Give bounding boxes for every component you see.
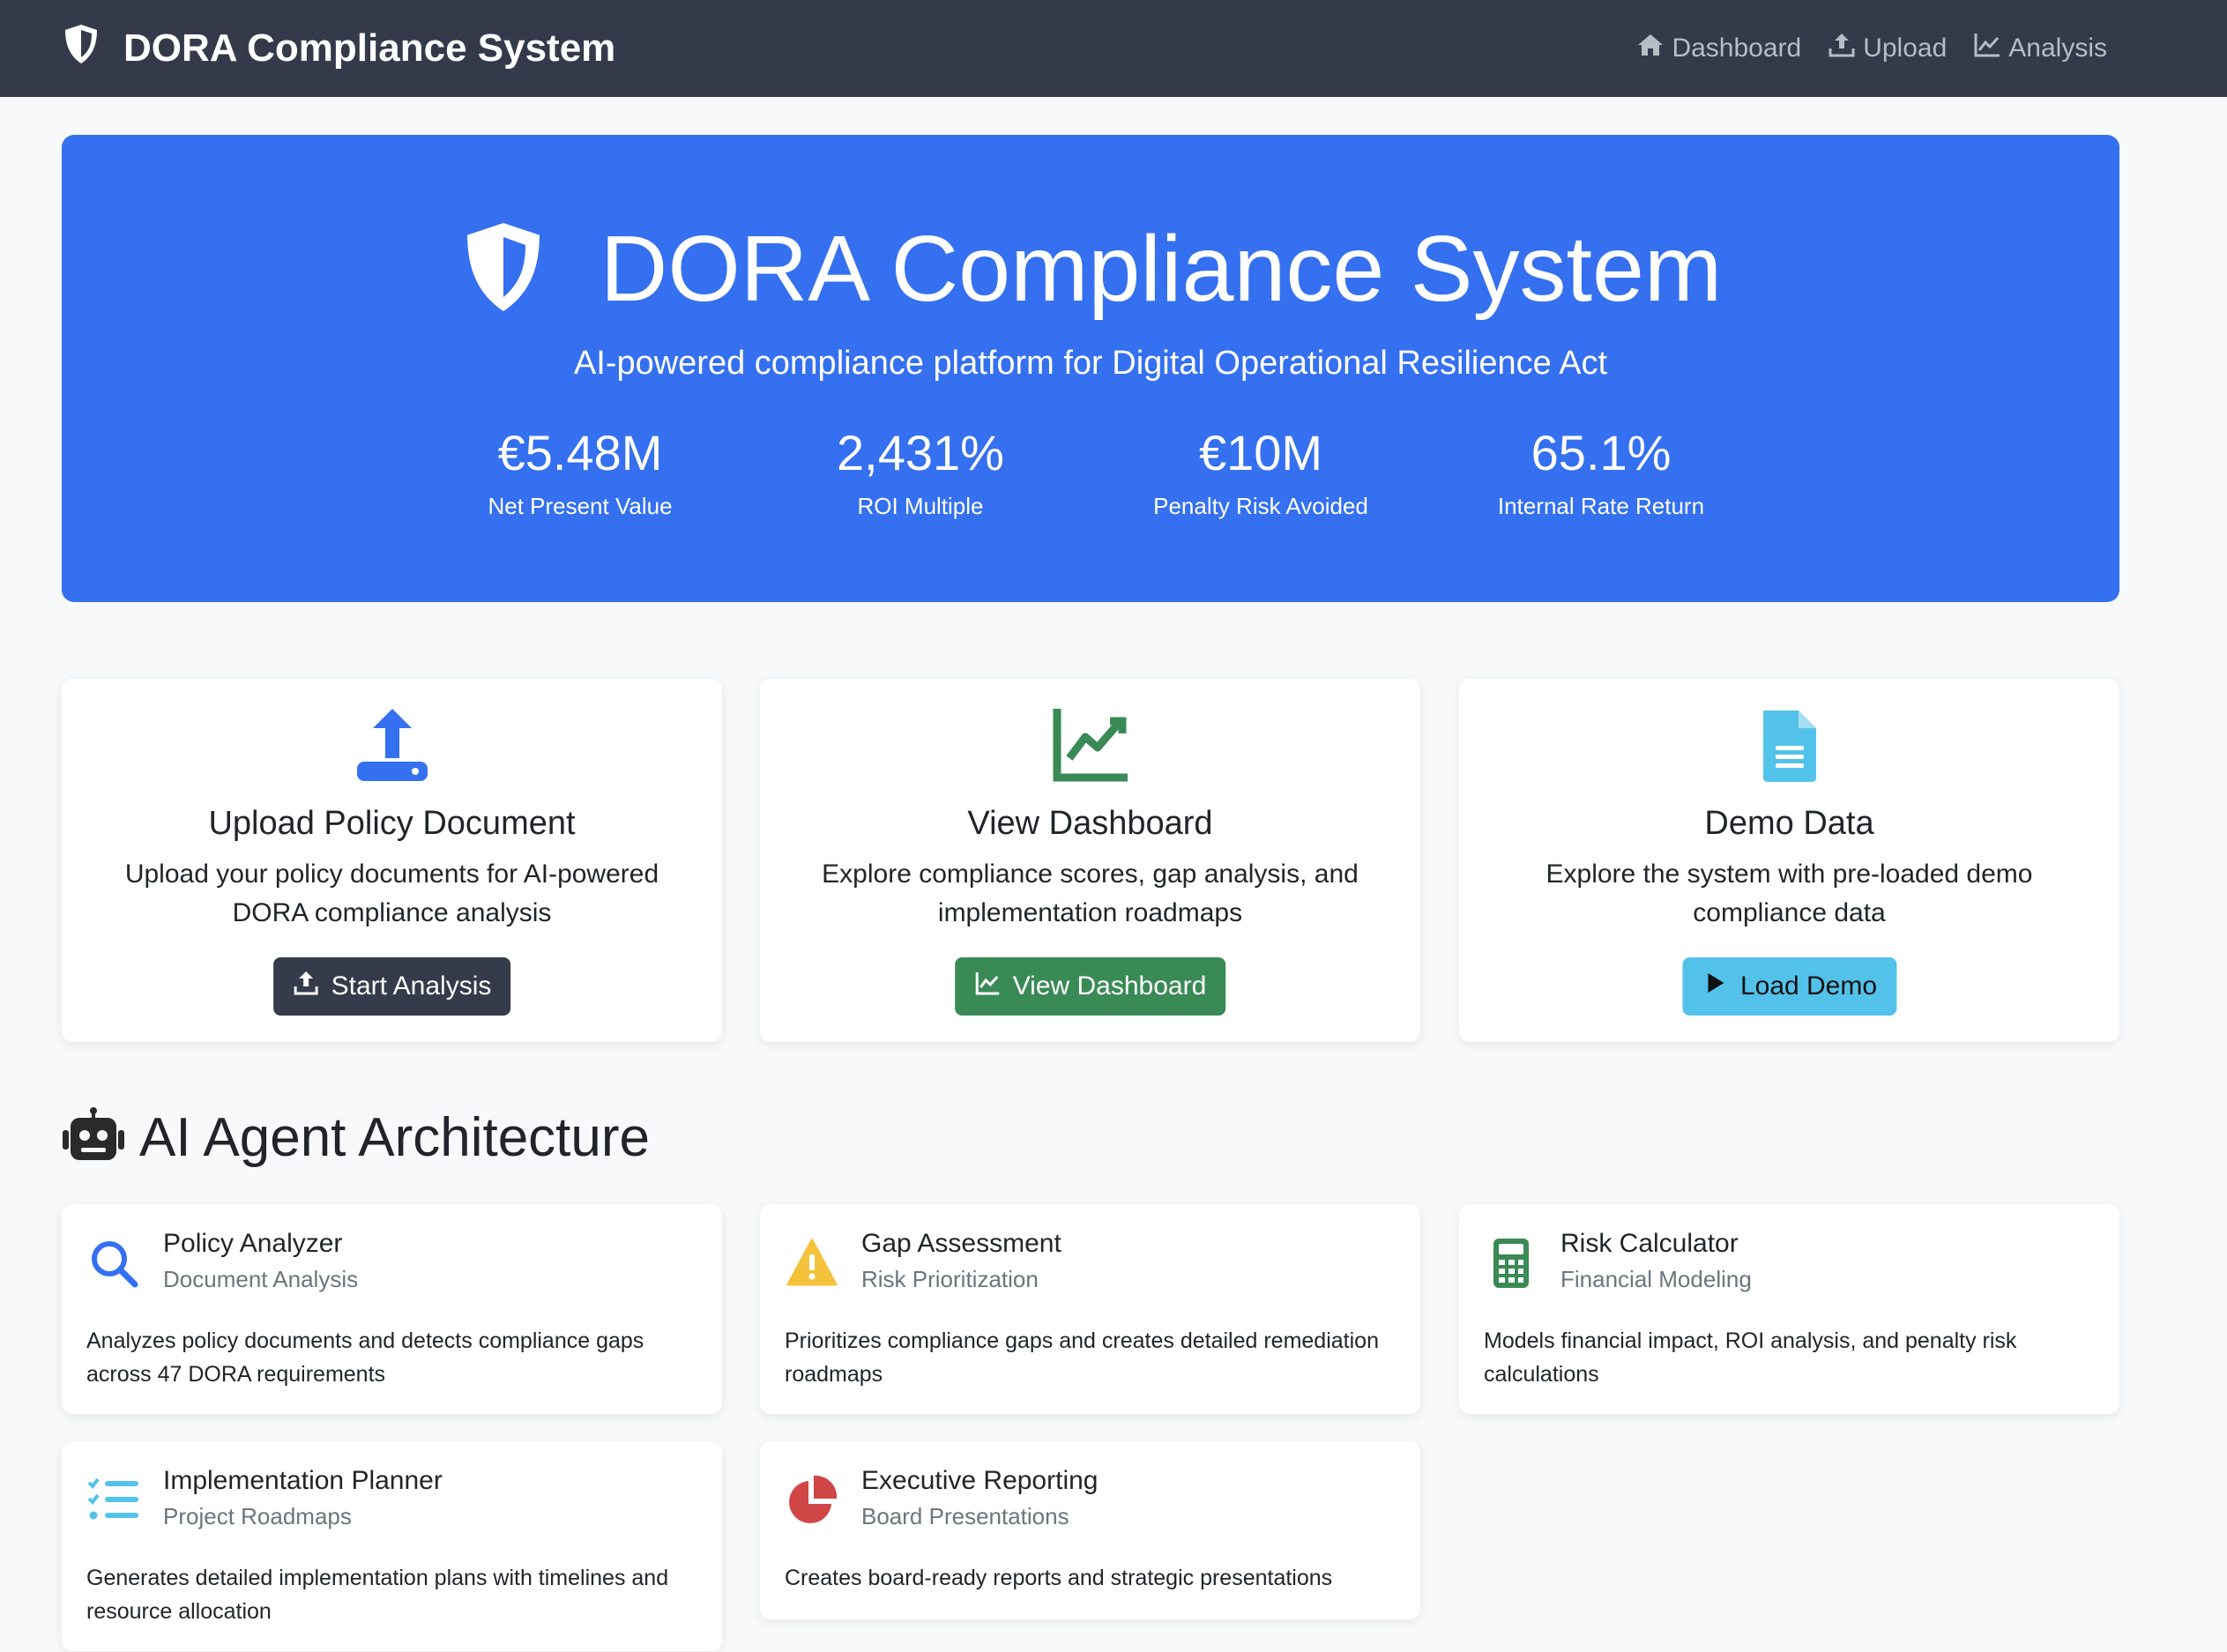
upload-icon (62, 703, 722, 788)
button-label: View Dashboard (1012, 971, 1207, 1001)
agent-title: Risk Calculator (1560, 1229, 1739, 1258)
nav-links: Dashboard Upload Analysis (1636, 0, 2107, 97)
home-icon (1636, 31, 1665, 66)
hero-title-row: DORA Compliance System (62, 214, 2119, 324)
stat-roi-multiple: 2,431% ROI Multiple (750, 426, 1091, 520)
agent-subtitle: Financial Modeling (1560, 1266, 1752, 1292)
stat-value: €10M (1198, 425, 1323, 480)
stat-net-present-value: €5.48M Net Present Value (410, 426, 750, 520)
agent-subtitle: Project Roadmaps (163, 1503, 352, 1529)
stat-label: ROI Multiple (857, 492, 984, 519)
agent-description: Creates board-ready reports and strategi… (785, 1566, 1333, 1590)
hero-stats: €5.48M Net Present Value 2,431% ROI Mult… (62, 426, 2119, 520)
chart-line-icon (974, 970, 1001, 1003)
stat-value: 2,431% (837, 425, 1004, 480)
agent-title: Policy Analyzer (163, 1229, 343, 1258)
feature-card-text: Upload your policy documents for AI-powe… (124, 859, 659, 927)
view-dashboard-button[interactable]: View Dashboard (954, 957, 1226, 1016)
navbar-brand[interactable]: DORA Compliance System (62, 0, 615, 97)
tasks-icon (86, 1473, 141, 1528)
agent-card-implementation-planner: Implementation Planner Project Roadmaps … (62, 1441, 722, 1651)
section-title: AI Agent Architecture (139, 1106, 651, 1168)
stat-penalty-risk-avoided: €10M Penalty Risk Avoided (1091, 426, 1431, 520)
nav-link-analysis[interactable]: Analysis (1973, 31, 2107, 66)
upload-icon (1828, 31, 1856, 66)
start-analysis-button[interactable]: Start Analysis (272, 957, 511, 1016)
nav-link-dashboard[interactable]: Dashboard (1636, 31, 1801, 66)
feature-card-dashboard: View Dashboard Explore compliance scores… (760, 679, 1420, 1042)
agent-card-policy-analyzer: Policy Analyzer Document Analysis Analyz… (62, 1204, 722, 1414)
stat-value: 65.1% (1531, 425, 1672, 480)
agent-title: Gap Assessment (861, 1229, 1061, 1258)
feature-card-text: Explore compliance scores, gap analysis,… (822, 859, 1359, 927)
feature-card-title: Upload Policy Document (208, 805, 576, 842)
chart-line-icon (1973, 31, 2001, 66)
agent-subtitle: Risk Prioritization (861, 1266, 1039, 1292)
hero-title: DORA Compliance System (600, 217, 1723, 321)
stat-label: Internal Rate Return (1497, 492, 1705, 519)
feature-card-upload: Upload Policy Document Upload your polic… (62, 679, 722, 1042)
nav-link-label: Dashboard (1672, 33, 1802, 63)
nav-link-label: Analysis (2008, 33, 2107, 63)
nav-link-label: Upload (1863, 33, 1948, 63)
agent-description: Models financial impact, ROI analysis, a… (1484, 1328, 2017, 1387)
pie-chart-icon (785, 1473, 839, 1528)
agent-subtitle: Document Analysis (163, 1266, 359, 1292)
search-icon (86, 1236, 141, 1291)
upload-icon (293, 970, 319, 1003)
hero-subtitle: AI-powered compliance platform for Digit… (573, 345, 1608, 382)
shield-icon (62, 23, 101, 75)
navbar: DORA Compliance System Dashboard Upload … (0, 0, 2227, 97)
feature-card-demo: Demo Data Explore the system with pre-lo… (1459, 679, 2119, 1042)
file-alt-icon (1459, 703, 2119, 788)
agent-title: Executive Reporting (861, 1466, 1099, 1495)
robot-icon (62, 1106, 125, 1168)
hero-banner: DORA Compliance System AI-powered compli… (62, 135, 2119, 602)
button-label: Load Demo (1739, 971, 1878, 1001)
agent-subtitle: Board Presentations (861, 1503, 1069, 1529)
load-demo-button[interactable]: Load Demo (1681, 957, 1897, 1016)
chart-line-icon (760, 703, 1420, 788)
agent-card-risk-calculator: Risk Calculator Financial Modeling Model… (1459, 1204, 2119, 1414)
agent-title: Implementation Planner (163, 1466, 443, 1495)
agent-description: Analyzes policy documents and detects co… (86, 1328, 644, 1387)
brand-title: DORA Compliance System (123, 26, 616, 70)
stat-value: €5.48M (497, 425, 663, 480)
shield-icon (459, 219, 547, 320)
button-label: Start Analysis (331, 971, 492, 1001)
stat-label: Penalty Risk Avoided (1153, 492, 1368, 519)
calculator-icon (1484, 1236, 1538, 1291)
architecture-heading: AI Agent Architecture (62, 1102, 650, 1172)
agent-description: Prioritizes compliance gaps and creates … (785, 1328, 1379, 1387)
play-icon (1702, 970, 1728, 1003)
agent-description: Generates detailed implementation plans … (86, 1566, 669, 1624)
agent-card-gap-assessment: Gap Assessment Risk Prioritization Prior… (760, 1204, 1420, 1414)
feature-card-title: View Dashboard (967, 805, 1213, 842)
warning-icon (785, 1236, 839, 1291)
feature-card-text: Explore the system with pre-loaded demo … (1545, 859, 2033, 927)
nav-link-upload[interactable]: Upload (1828, 31, 1947, 66)
stat-internal-rate-return: 65.1% Internal Rate Return (1431, 426, 1771, 520)
agent-card-executive-reporting: Executive Reporting Board Presentations … (760, 1441, 1420, 1619)
stat-label: Net Present Value (488, 492, 673, 519)
feature-card-title: Demo Data (1704, 805, 1874, 842)
